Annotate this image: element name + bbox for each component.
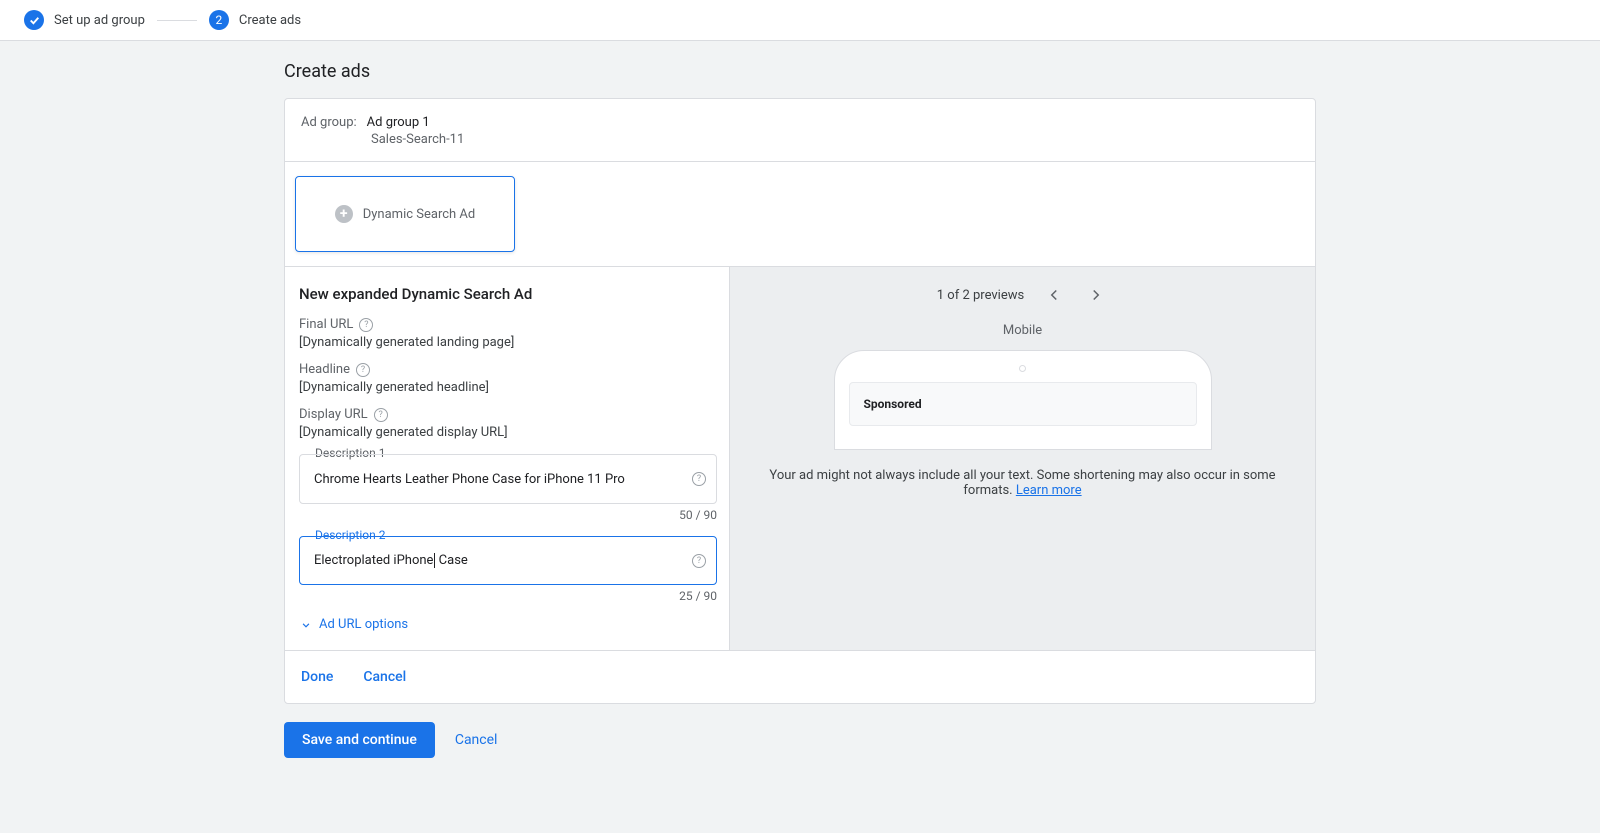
preview-note: Your ad might not always include all you…: [730, 450, 1315, 516]
step-2-number: 2: [209, 10, 229, 30]
help-icon[interactable]: ?: [692, 472, 706, 486]
preview-prev-button[interactable]: [1042, 283, 1066, 307]
help-icon[interactable]: ?: [359, 318, 373, 332]
headline-group: Headline ? [Dynamically generated headli…: [299, 362, 717, 395]
ad-type-label: Dynamic Search Ad: [363, 207, 476, 222]
step-divider: [157, 20, 197, 21]
create-ads-card: Ad group: Ad group 1 Sales-Search-11 + D…: [284, 98, 1316, 704]
preview-next-button[interactable]: [1084, 283, 1108, 307]
ad-group-header: Ad group: Ad group 1 Sales-Search-11: [285, 99, 1315, 162]
step-1-label: Set up ad group: [54, 13, 145, 28]
dynamic-search-ad-tile[interactable]: + Dynamic Search Ad: [295, 176, 515, 252]
help-icon[interactable]: ?: [692, 554, 706, 568]
plus-icon: +: [335, 205, 353, 223]
ad-type-section: + Dynamic Search Ad: [285, 162, 1315, 267]
display-url-label: Display URL: [299, 407, 368, 422]
preview-type-label: Mobile: [730, 323, 1315, 338]
editor-actions: Done Cancel: [285, 650, 1315, 703]
campaign-name: Sales-Search-11: [371, 132, 1299, 147]
page-actions: Save and continue Cancel: [284, 722, 1316, 758]
description-1-field: Description 1 ?: [299, 454, 717, 504]
stepper-header: Set up ad group 2 Create ads: [0, 0, 1600, 41]
description-2-field: Description 2 Electroplated iPhone Case …: [299, 536, 717, 585]
step-1[interactable]: Set up ad group: [24, 10, 145, 30]
save-and-continue-button[interactable]: Save and continue: [284, 722, 435, 758]
display-url-group: Display URL ? [Dynamically generated dis…: [299, 407, 717, 440]
url-options-label: Ad URL options: [319, 617, 408, 632]
help-icon[interactable]: ?: [356, 363, 370, 377]
final-url-value: [Dynamically generated landing page]: [299, 335, 717, 350]
description-1-count: 50 / 90: [299, 508, 717, 522]
ad-editor-panel: New expanded Dynamic Search Ad Final URL…: [285, 267, 730, 650]
help-icon[interactable]: ?: [374, 408, 388, 422]
headline-label: Headline: [299, 362, 350, 377]
display-url-value: [Dynamically generated display URL]: [299, 425, 717, 440]
chevron-down-icon: [299, 618, 313, 632]
phone-speaker-icon: [1019, 365, 1026, 372]
phone-frame: Sponsored: [834, 350, 1212, 450]
final-url-group: Final URL ? [Dynamically generated landi…: [299, 317, 717, 350]
ad-url-options-toggle[interactable]: Ad URL options: [299, 617, 717, 632]
done-button[interactable]: Done: [301, 669, 333, 685]
check-icon: [24, 10, 44, 30]
page-title: Create ads: [284, 61, 1316, 82]
chevron-right-icon: [1087, 286, 1105, 304]
step-2-label: Create ads: [239, 13, 301, 28]
ad-group-name: Ad group 1: [367, 115, 430, 130]
description-2-count: 25 / 90: [299, 589, 717, 603]
headline-value: [Dynamically generated headline]: [299, 380, 717, 395]
description-1-input[interactable]: [314, 472, 676, 487]
final-url-label: Final URL: [299, 317, 353, 332]
step-2[interactable]: 2 Create ads: [209, 10, 301, 30]
chevron-left-icon: [1045, 286, 1063, 304]
description-2-input[interactable]: Electroplated iPhone Case: [314, 553, 676, 568]
cancel-button[interactable]: Cancel: [363, 669, 406, 685]
learn-more-link[interactable]: Learn more: [1016, 483, 1082, 498]
editor-title: New expanded Dynamic Search Ad: [299, 285, 717, 303]
preview-panel: 1 of 2 previews Mobile Sponsored: [730, 267, 1315, 650]
page-cancel-button[interactable]: Cancel: [455, 732, 498, 748]
ad-group-prefix: Ad group:: [301, 115, 357, 130]
preview-counter: 1 of 2 previews: [937, 288, 1024, 303]
sponsored-label: Sponsored: [864, 397, 1182, 411]
